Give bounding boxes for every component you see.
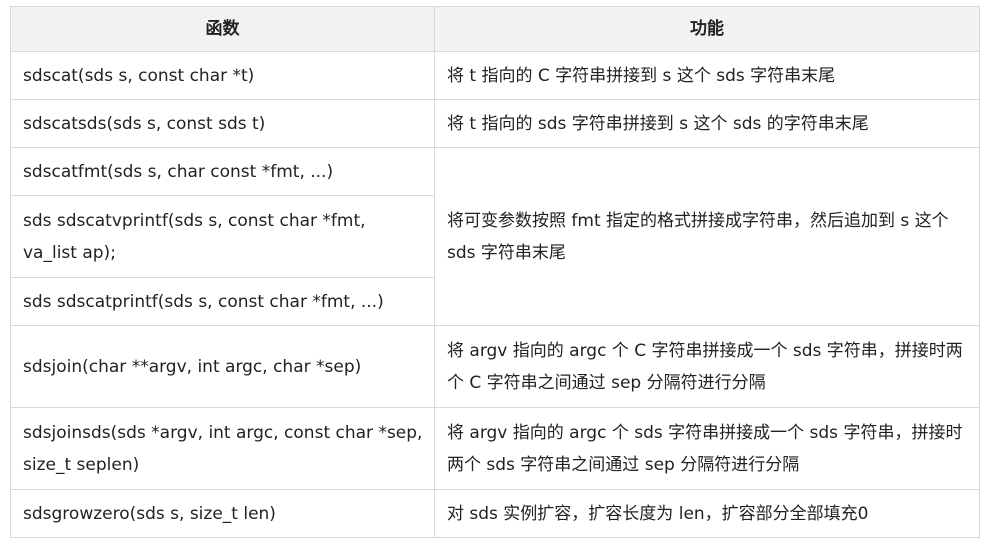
description-cell: 将可变参数按照 fmt 指定的格式拼接成字符串，然后追加到 s 这个 sds 字… xyxy=(434,147,980,326)
table-row: sdscatsds(sds s, const sds t) 将 t 指向的 sd… xyxy=(10,99,980,148)
header-function: 函数 xyxy=(10,6,435,52)
table-row: sdsgrowzero(sds s, size_t len) 对 sds 实例扩… xyxy=(10,489,980,538)
function-cell: sds sdscatprintf(sds s, const char *fmt,… xyxy=(10,277,435,326)
function-cell: sds sdscatvprintf(sds s, const char *fmt… xyxy=(10,195,435,278)
function-cell: sdsjoinsds(sds *argv, int argc, const ch… xyxy=(10,407,435,490)
function-cell: sdscatsds(sds s, const sds t) xyxy=(10,99,435,148)
function-cell: sdscatfmt(sds s, char const *fmt, ...) xyxy=(10,147,435,196)
table-row: sdsjoinsds(sds *argv, int argc, const ch… xyxy=(10,407,980,490)
description-cell: 将 t 指向的 C 字符串拼接到 s 这个 sds 字符串末尾 xyxy=(434,51,980,100)
table-row: sdscat(sds s, const char *t) 将 t 指向的 C 字… xyxy=(10,51,980,100)
function-cell: sdsjoin(char **argv, int argc, char *sep… xyxy=(10,325,435,408)
description-cell: 将 argv 指向的 argc 个 sds 字符串拼接成一个 sds 字符串，拼… xyxy=(434,407,980,490)
description-cell: 将 argv 指向的 argc 个 C 字符串拼接成一个 sds 字符串，拼接时… xyxy=(434,325,980,408)
table-header-row: 函数 功能 xyxy=(10,6,980,52)
function-cell: sdscat(sds s, const char *t) xyxy=(10,51,435,100)
description-cell: 对 sds 实例扩容，扩容长度为 len，扩容部分全部填充0 xyxy=(434,489,980,538)
header-description: 功能 xyxy=(434,6,980,52)
table-row: sdscatfmt(sds s, char const *fmt, ...) 将… xyxy=(10,147,980,326)
function-cell: sdsgrowzero(sds s, size_t len) xyxy=(10,489,435,538)
function-table: 函数 功能 sdscat(sds s, const char *t) 将 t 指… xyxy=(10,6,980,538)
table-row: sdsjoin(char **argv, int argc, char *sep… xyxy=(10,325,980,408)
description-cell: 将 t 指向的 sds 字符串拼接到 s 这个 sds 的字符串末尾 xyxy=(434,99,980,148)
